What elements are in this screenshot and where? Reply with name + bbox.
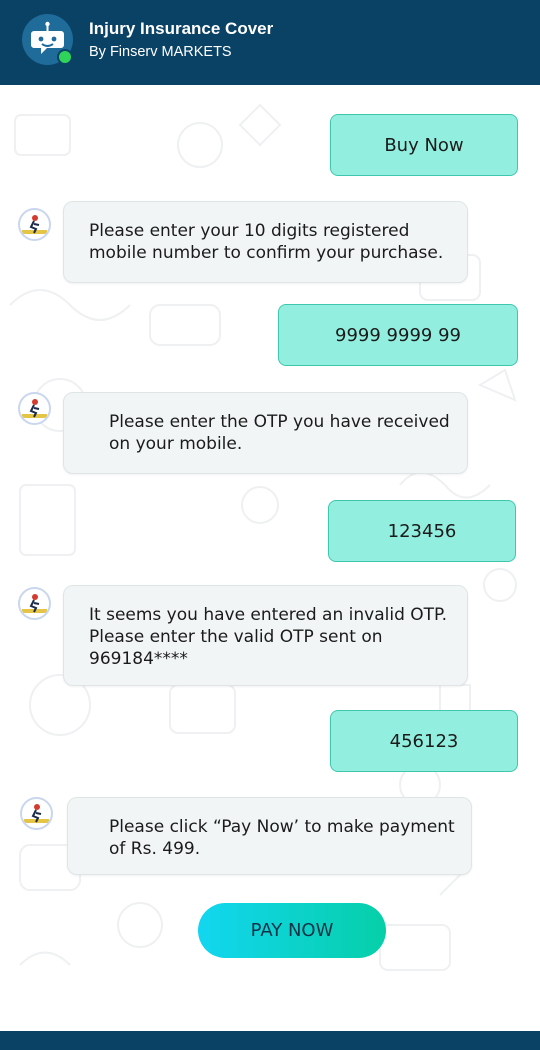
user-message: 123456 xyxy=(328,500,516,562)
message-text: 456123 xyxy=(389,730,459,752)
message-text: Please click “Pay Now’ to make payment o… xyxy=(109,817,455,859)
chat-subtitle: By Finserv MARKETS xyxy=(89,44,232,60)
chat-header: Injury Insurance Cover By Finserv MARKET… xyxy=(0,0,540,85)
message-text: Please enter the OTP you have received o… xyxy=(109,412,450,454)
bot-message: It seems you have entered an invalid OTP… xyxy=(63,585,468,686)
chat-title: Injury Insurance Cover xyxy=(89,19,274,38)
message-text: 9999 9999 99 xyxy=(335,324,461,346)
bot-avatar-icon xyxy=(18,392,51,425)
message-text: It seems you have entered an invalid OTP… xyxy=(89,605,448,669)
user-message: 456123 xyxy=(330,710,518,772)
bot-avatar-icon xyxy=(18,587,51,620)
pay-now-button[interactable]: PAY NOW xyxy=(198,903,386,958)
bot-message: Please click “Pay Now’ to make payment o… xyxy=(67,797,472,875)
message-text: Buy Now xyxy=(384,134,464,156)
bot-message: Please enter your 10 digits registered m… xyxy=(63,201,468,283)
user-message: Buy Now xyxy=(330,114,518,176)
message-text: 123456 xyxy=(387,520,457,542)
user-message: 9999 9999 99 xyxy=(278,304,518,366)
chat-area[interactable]: Buy Now Please enter your 10 digits regi… xyxy=(0,85,540,1031)
message-text: Please enter your 10 digits registered m… xyxy=(89,221,444,263)
bot-avatar-icon xyxy=(20,797,53,830)
online-status-icon xyxy=(57,49,73,65)
bot-avatar-icon xyxy=(18,208,51,241)
chat-footer xyxy=(0,1031,540,1050)
bot-message: Please enter the OTP you have received o… xyxy=(63,392,468,474)
